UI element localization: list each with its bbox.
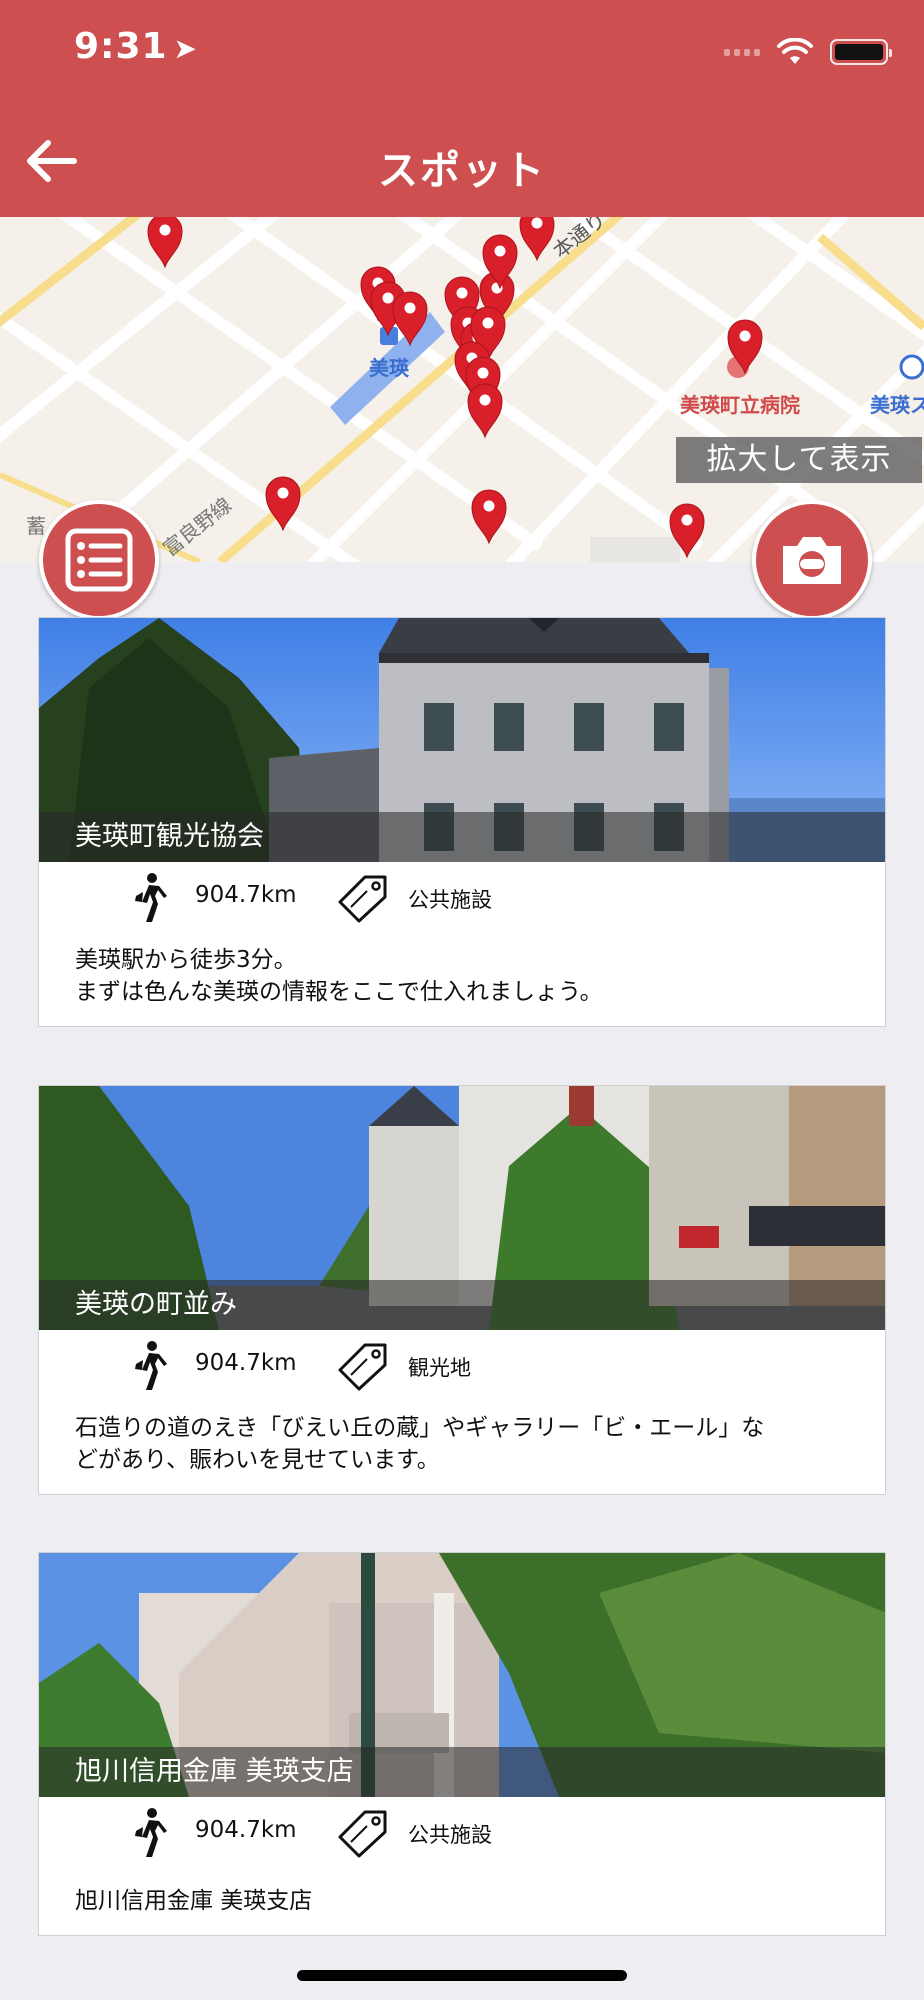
pin-dot	[482, 317, 494, 329]
page-title: スポット	[378, 148, 546, 194]
spot-description: 旭川信用金庫 美瑛支店	[39, 1869, 885, 1935]
spot-description-line: 旭川信用金庫 美瑛支店	[75, 1888, 313, 1914]
spot-description-line: どがあり、賑わいを見せています。	[75, 1447, 440, 1473]
pin-dot	[531, 217, 543, 229]
spot-card[interactable]: 美瑛町観光協会 904.7km 公共施設 美瑛駅から徒歩3分。 まずは色んな美瑛…	[38, 617, 886, 1027]
spot-description-line: 石造りの道のえき「びえい丘の蔵」やギャラリー「ビ・エール」な	[75, 1415, 765, 1441]
pin-dot	[681, 514, 693, 526]
spot-category: 公共施設	[408, 1823, 492, 1847]
tag-icon	[338, 1810, 387, 1858]
tag-icon	[338, 1343, 387, 1391]
pin-dot	[477, 367, 489, 379]
partial-label: 美瑛ス	[870, 393, 924, 417]
app-header: 9:31 ➤ スポット	[0, 0, 924, 217]
pin-dot	[494, 245, 506, 257]
pin-dot	[404, 302, 416, 314]
spot-category: 観光地	[408, 1356, 471, 1380]
list-icon	[65, 528, 133, 592]
spot-meta: 904.7km 観光地	[39, 1330, 885, 1402]
spot-distance: 904.7km	[195, 882, 297, 908]
pin-dot	[277, 487, 289, 499]
spot-title: 美瑛の町並み	[39, 1280, 885, 1330]
status-time: 9:31 ➤	[74, 26, 198, 67]
spot-card[interactable]: 美瑛の町並み 904.7km 観光地 石造りの道のえき「びえい丘の蔵」やギャラリ…	[38, 1085, 886, 1495]
station-label: 美瑛	[369, 356, 410, 380]
spot-title: 旭川信用金庫 美瑛支店	[39, 1747, 885, 1797]
railway-label: 富良野線	[158, 493, 236, 561]
map-pins[interactable]	[147, 217, 763, 559]
spot-distance: 904.7km	[195, 1350, 297, 1376]
spot-meta: 904.7km 公共施設	[39, 862, 885, 934]
home-indicator	[297, 1970, 627, 1981]
spot-photo: 旭川信用金庫 美瑛支店	[39, 1553, 885, 1797]
wifi-icon	[777, 38, 813, 64]
pin-icon[interactable]	[467, 383, 503, 439]
tag-icon	[338, 875, 387, 923]
battery-icon	[830, 39, 892, 65]
pin-icon[interactable]	[471, 489, 507, 545]
pin-dot	[382, 292, 394, 304]
pin-dot	[479, 394, 491, 406]
hospital-label: 美瑛町立病院	[680, 393, 800, 417]
status-indicators	[724, 38, 892, 66]
spot-photo: 美瑛町観光協会	[39, 618, 885, 862]
spot-description: 美瑛駅から徒歩3分。 まずは色んな美瑛の情報をここで仕入れましょう。	[39, 934, 885, 1026]
camera-icon	[783, 537, 841, 584]
status-time-text: 9:31	[74, 26, 168, 67]
spot-description-line: 美瑛駅から徒歩3分。	[75, 947, 297, 973]
list-view-button[interactable]	[39, 500, 159, 620]
walk-icon	[135, 873, 167, 922]
camera-button[interactable]	[752, 500, 872, 620]
spot-photo: 美瑛の町並み	[39, 1086, 885, 1330]
spot-distance: 904.7km	[195, 1817, 297, 1843]
walk-icon	[135, 1341, 167, 1390]
spot-card[interactable]: 旭川信用金庫 美瑛支店 904.7km 公共施設 旭川信用金庫 美瑛支店	[38, 1552, 886, 1936]
spot-meta: 904.7km 公共施設	[39, 1797, 885, 1869]
pin-dot	[159, 224, 171, 236]
spot-description-line: まずは色んな美瑛の情報をここで仕入れましょう。	[75, 979, 603, 1005]
partial-left-label: 蓄	[26, 514, 46, 538]
location-arrow-icon: ➤	[173, 32, 199, 65]
spot-title: 美瑛町観光協会	[39, 812, 885, 862]
zoom-button[interactable]: 拡大して表示	[676, 437, 922, 483]
pin-dot	[739, 330, 751, 342]
walk-icon	[135, 1808, 167, 1857]
spot-category: 公共施設	[408, 888, 492, 912]
pin-dot	[483, 500, 495, 512]
pin-dot	[456, 287, 468, 299]
spot-description: 石造りの道のえき「びえい丘の蔵」やギャラリー「ビ・エール」な どがあり、賑わいを…	[39, 1402, 885, 1494]
signal-icon	[724, 48, 760, 56]
